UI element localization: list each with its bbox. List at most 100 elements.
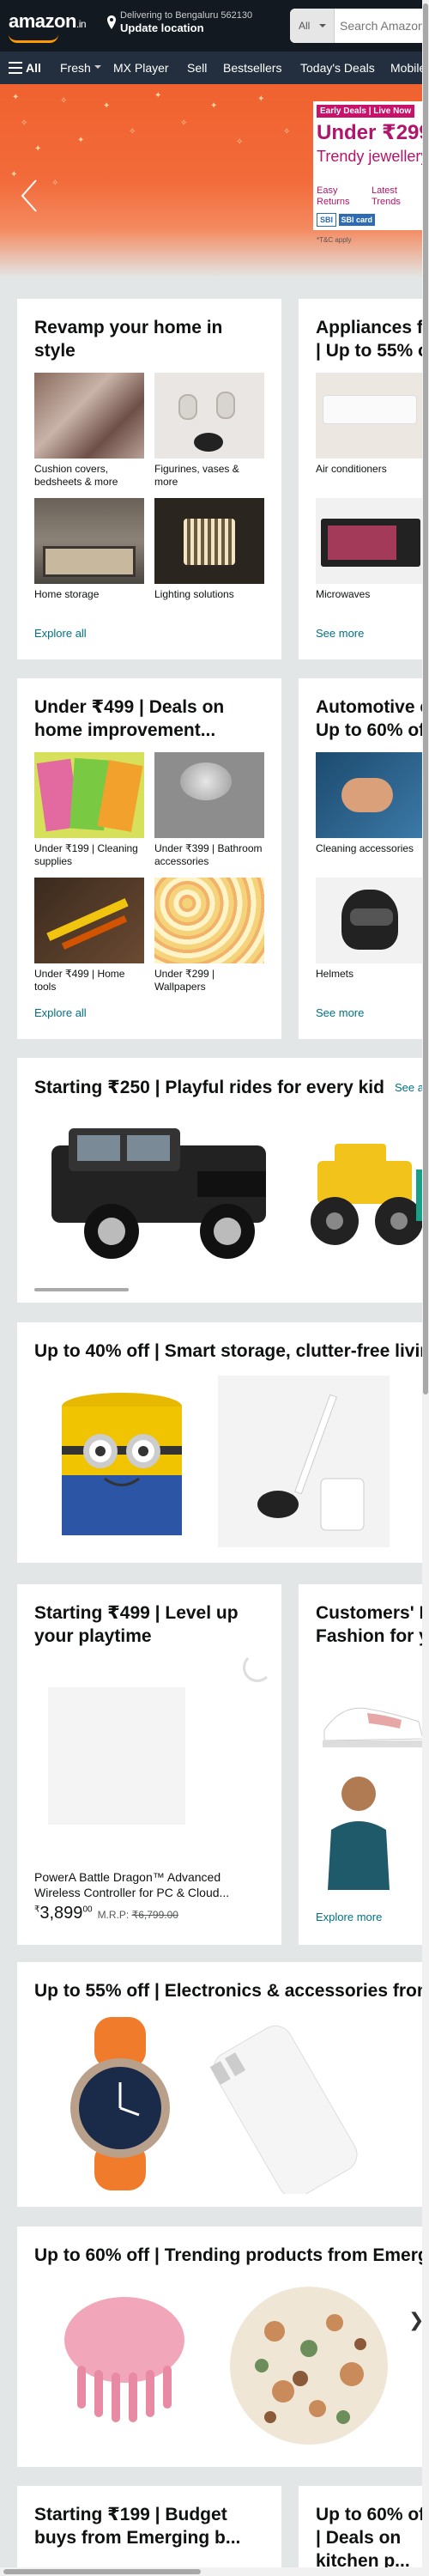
- tile-caption: Helmets: [316, 968, 354, 980]
- explore-all-link[interactable]: Explore all: [34, 627, 87, 640]
- sticker-pack-product[interactable]: [223, 2280, 395, 2451]
- hero-title: Under ₹299: [317, 121, 429, 144]
- page-horizontal-scrollbar[interactable]: [0, 2567, 429, 2576]
- monster-truck-product[interactable]: [300, 1135, 429, 1264]
- location-pin-icon: [107, 15, 116, 29]
- strip-title: Starting ₹250 | Playful rides for every …: [34, 1078, 384, 1097]
- see-more-link[interactable]: See more: [316, 1006, 364, 1019]
- nav-sell[interactable]: Sell: [187, 61, 207, 75]
- smartwatch-product[interactable]: [34, 2014, 197, 2194]
- card-title: Automotive essentials | Up to 60% off: [316, 697, 429, 740]
- strip-title: Up to 55% off | Electronics & accessorie…: [34, 1981, 429, 2001]
- scalp-massager-image: [64, 2297, 184, 2422]
- logo-smile-icon: [9, 34, 58, 43]
- toilet-brush-product[interactable]: [218, 1376, 390, 1547]
- hero-promo-card[interactable]: Early Deals | Live Now Under ₹299 Trendy…: [313, 101, 429, 244]
- hero-badge: Early Deals | Live Now: [317, 105, 415, 118]
- card-budget-buys: Starting ₹199 | Budget buys from Emergin…: [17, 2486, 281, 2576]
- nav-bestsellers[interactable]: Bestsellers: [223, 61, 281, 75]
- nav-todays-deals[interactable]: Today's Deals: [300, 61, 375, 75]
- tile-lighting[interactable]: Lighting solutions: [154, 498, 264, 601]
- card-fashion: Customers' Most-Loved Fashion for you Ex…: [299, 1584, 429, 1945]
- page: amazon.in Delivering to Bengaluru 562130…: [0, 0, 429, 2576]
- tile-figurines[interactable]: Figurines, vases & more: [154, 373, 264, 489]
- hero-subtitle: Trendy jewellery: [317, 148, 429, 165]
- search-input[interactable]: [340, 9, 429, 43]
- tile-caption: Air conditioners: [316, 463, 387, 475]
- tile-home-tools[interactable]: Under ₹499 | Home tools: [34, 878, 144, 993]
- strip-title: Up to 40% off | Smart storage, clutter-f…: [34, 1341, 429, 1361]
- microwave-image: [316, 498, 426, 584]
- tile-caption: Figurines, vases & more: [154, 463, 239, 488]
- search-category-dropdown[interactable]: All: [290, 9, 335, 43]
- tile-microwaves[interactable]: Microwaves: [316, 498, 426, 601]
- explore-more-link[interactable]: Explore more: [316, 1911, 382, 1923]
- explore-all-link[interactable]: Explore all: [34, 1006, 87, 1019]
- toilet-brush-image: [257, 1394, 365, 1531]
- price-whole: 3,899: [39, 1904, 83, 1923]
- amazon-logo[interactable]: amazon.in: [9, 10, 87, 33]
- card-automotive: Automotive essentials | Up to 60% off Cl…: [299, 678, 429, 1039]
- tile-cleaning-accessories[interactable]: Cleaning accessories: [316, 752, 426, 855]
- sneaker-product[interactable]: [316, 1670, 427, 1765]
- top-header: amazon.in Delivering to Bengaluru 562130…: [0, 0, 429, 52]
- product-price: ₹3,89900 M.R.P: ₹6,799.00: [34, 1904, 178, 1923]
- scalp-massager-product[interactable]: [43, 2280, 206, 2451]
- polo-shirt-product[interactable]: [316, 1770, 427, 1890]
- nav-fresh[interactable]: Fresh: [60, 61, 101, 75]
- power-bank-product[interactable]: [206, 2014, 420, 2198]
- chevron-down-icon: [94, 65, 101, 72]
- card-title: Up to 60% off | Deals on kitchen p...: [316, 2505, 429, 2571]
- tile-bathroom-accessories[interactable]: Under ₹399 | Bathroom accessories: [154, 752, 264, 868]
- product-title-link[interactable]: PowerA Battle Dragon™ Advanced Wireless …: [34, 1869, 257, 1900]
- price-fraction: 00: [82, 1905, 93, 1915]
- see-more-link[interactable]: See more: [316, 627, 364, 640]
- figurine-image: [154, 373, 264, 459]
- delivery-location[interactable]: Delivering to Bengaluru 562130 Update lo…: [120, 10, 252, 34]
- jeep-product[interactable]: [34, 1111, 283, 1266]
- tile-caption: Cleaning accessories: [316, 842, 414, 854]
- tile-helmets[interactable]: Helmets: [316, 878, 426, 981]
- update-location-link[interactable]: Update location: [120, 21, 252, 34]
- hero-banner[interactable]: ✦ ✧ ✦ ✧ ✦ ✦ ✧ ✦ ✧ ✦ ✧ ✦ ✧ ✦ ✧ Early Deals | Live N…: [0, 84, 429, 277]
- tile-caption: Under ₹499 | Home tools: [34, 968, 125, 993]
- strip-trending: Up to 60% off | Trending products from E…: [17, 2227, 429, 2467]
- tile-wallpapers[interactable]: Under ₹299 | Wallpapers: [154, 878, 264, 993]
- card-title: Customers' Most-Loved Fashion for you: [316, 1603, 429, 1646]
- scroll-thumb[interactable]: [423, 3, 428, 1394]
- minion-basket-image: [62, 1393, 182, 1535]
- page-vertical-scrollbar[interactable]: [422, 0, 429, 2576]
- sbi-logo: SBI: [317, 213, 337, 227]
- shower-image: [154, 752, 264, 838]
- controller-image[interactable]: [48, 1687, 185, 1825]
- nav-bar: All Fresh MX Player Sell Bestsellers Tod…: [0, 52, 429, 84]
- cleaning-supplies-image: [34, 752, 144, 838]
- hamburger-menu-icon[interactable]: [9, 62, 22, 74]
- delivery-text: Delivering to Bengaluru 562130: [120, 10, 253, 21]
- tile-caption: Lighting solutions: [154, 588, 234, 600]
- hero-point-trends: Latest Trends: [372, 185, 401, 207]
- storage-basket-product[interactable]: [36, 1376, 208, 1547]
- nav-mx-player[interactable]: MX Player: [113, 61, 169, 75]
- search-box: All: [290, 9, 429, 43]
- carousel-prev-arrow-icon[interactable]: [19, 179, 39, 213]
- hero-terms: *T&C apply: [317, 236, 352, 244]
- tile-cleaning-supplies[interactable]: Under ₹199 | Cleaning supplies: [34, 752, 144, 868]
- strip-title: Up to 60% off | Trending products from E…: [34, 2245, 429, 2265]
- tile-cushion-covers[interactable]: Cushion covers, bedsheets & more: [34, 373, 144, 489]
- tile-caption: Home storage: [34, 588, 100, 600]
- tools-image: [34, 878, 144, 963]
- carousel-scrollbar[interactable]: [34, 1288, 129, 1291]
- strip-smart-storage: Up to 40% off | Smart storage, clutter-f…: [17, 1322, 429, 1563]
- scroll-thumb[interactable]: [3, 2569, 201, 2574]
- card-appliances: Appliances for your home | Up to 55% off…: [299, 299, 429, 659]
- bank-offer-logos: SBI SBI card: [317, 213, 429, 232]
- tile-air-conditioners[interactable]: Air conditioners: [316, 373, 426, 476]
- strip-electronics: Up to 55% off | Electronics & accessorie…: [17, 1962, 429, 2207]
- logo-text: amazon: [9, 10, 76, 32]
- strip-ride-ons: Starting ₹250 | Playful rides for every …: [17, 1058, 429, 1303]
- tile-home-storage[interactable]: Home storage: [34, 498, 144, 601]
- monster-truck-image: [311, 1144, 429, 1245]
- nav-all[interactable]: All: [26, 61, 41, 75]
- helmet-image: [316, 878, 426, 963]
